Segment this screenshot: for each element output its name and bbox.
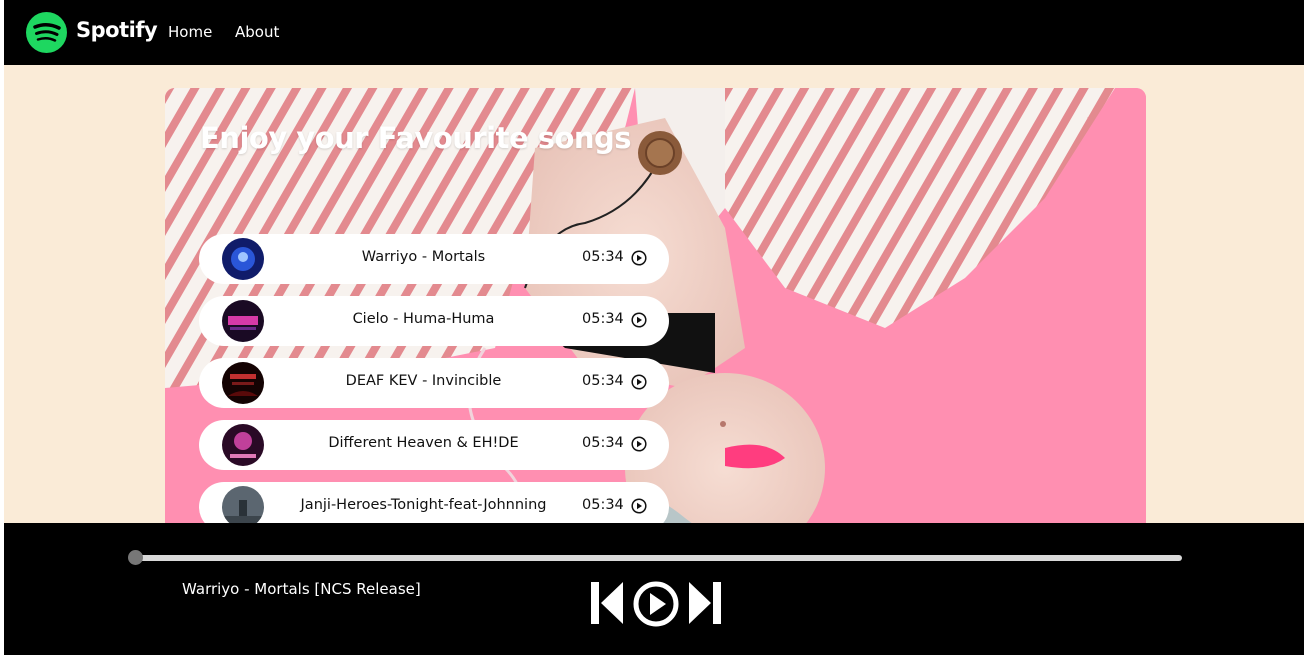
nav-link-about[interactable]: About bbox=[235, 23, 279, 41]
now-playing-title: Warriyo - Mortals [NCS Release] bbox=[182, 580, 421, 598]
song-name: Warriyo - Mortals bbox=[361, 249, 486, 265]
song-name: Different Heaven & EH!DE bbox=[328, 435, 519, 451]
play-circle-icon[interactable] bbox=[631, 498, 647, 514]
song-cover-image bbox=[222, 238, 264, 280]
play-circle-icon[interactable] bbox=[631, 374, 647, 390]
play-circle-icon[interactable] bbox=[631, 250, 647, 266]
nav-link-home[interactable]: Home bbox=[168, 23, 212, 41]
previous-icon[interactable] bbox=[591, 581, 624, 625]
next-icon[interactable] bbox=[688, 581, 721, 625]
song-cover-image bbox=[222, 362, 264, 404]
play-circle-icon[interactable] bbox=[631, 312, 647, 328]
progress-bar[interactable] bbox=[136, 555, 1182, 561]
song-cover-image bbox=[222, 486, 264, 528]
song-cover-image bbox=[222, 424, 264, 466]
song-duration: 05:34 bbox=[582, 373, 624, 389]
song-item[interactable]: Cielo - Huma-Huma 05:34 bbox=[199, 296, 669, 346]
song-name: Janji-Heroes-Tonight-feat-Johnning bbox=[300, 497, 547, 513]
player-bar: Warriyo - Mortals [NCS Release] bbox=[4, 523, 1304, 655]
song-name: DEAF KEV - Invincible bbox=[345, 373, 502, 389]
progress-thumb[interactable] bbox=[128, 550, 143, 565]
song-list-container: Enjoy your Favourite songs Warriyo - Mor… bbox=[165, 88, 1146, 548]
spotify-logo-icon[interactable] bbox=[26, 12, 67, 53]
song-duration: 05:34 bbox=[582, 497, 624, 513]
song-duration: 05:34 bbox=[582, 311, 624, 327]
play-icon[interactable] bbox=[632, 581, 680, 627]
song-item[interactable]: DEAF KEV - Invincible 05:34 bbox=[199, 358, 669, 408]
song-name: Cielo - Huma-Huma bbox=[352, 311, 495, 327]
brand-name[interactable]: Spotify bbox=[76, 18, 158, 42]
play-circle-icon[interactable] bbox=[631, 436, 647, 452]
navbar: Spotify Home About bbox=[4, 0, 1304, 65]
song-item[interactable]: Different Heaven & EH!DE 05:34 bbox=[199, 420, 669, 470]
song-cover-image bbox=[222, 300, 264, 342]
song-duration: 05:34 bbox=[582, 249, 624, 265]
song-duration: 05:34 bbox=[582, 435, 624, 451]
song-item[interactable]: Warriyo - Mortals 05:34 bbox=[199, 234, 669, 284]
hero-title: Enjoy your Favourite songs bbox=[200, 121, 632, 155]
app-frame: Spotify Home About Enjoy your Favourite … bbox=[4, 0, 1304, 655]
